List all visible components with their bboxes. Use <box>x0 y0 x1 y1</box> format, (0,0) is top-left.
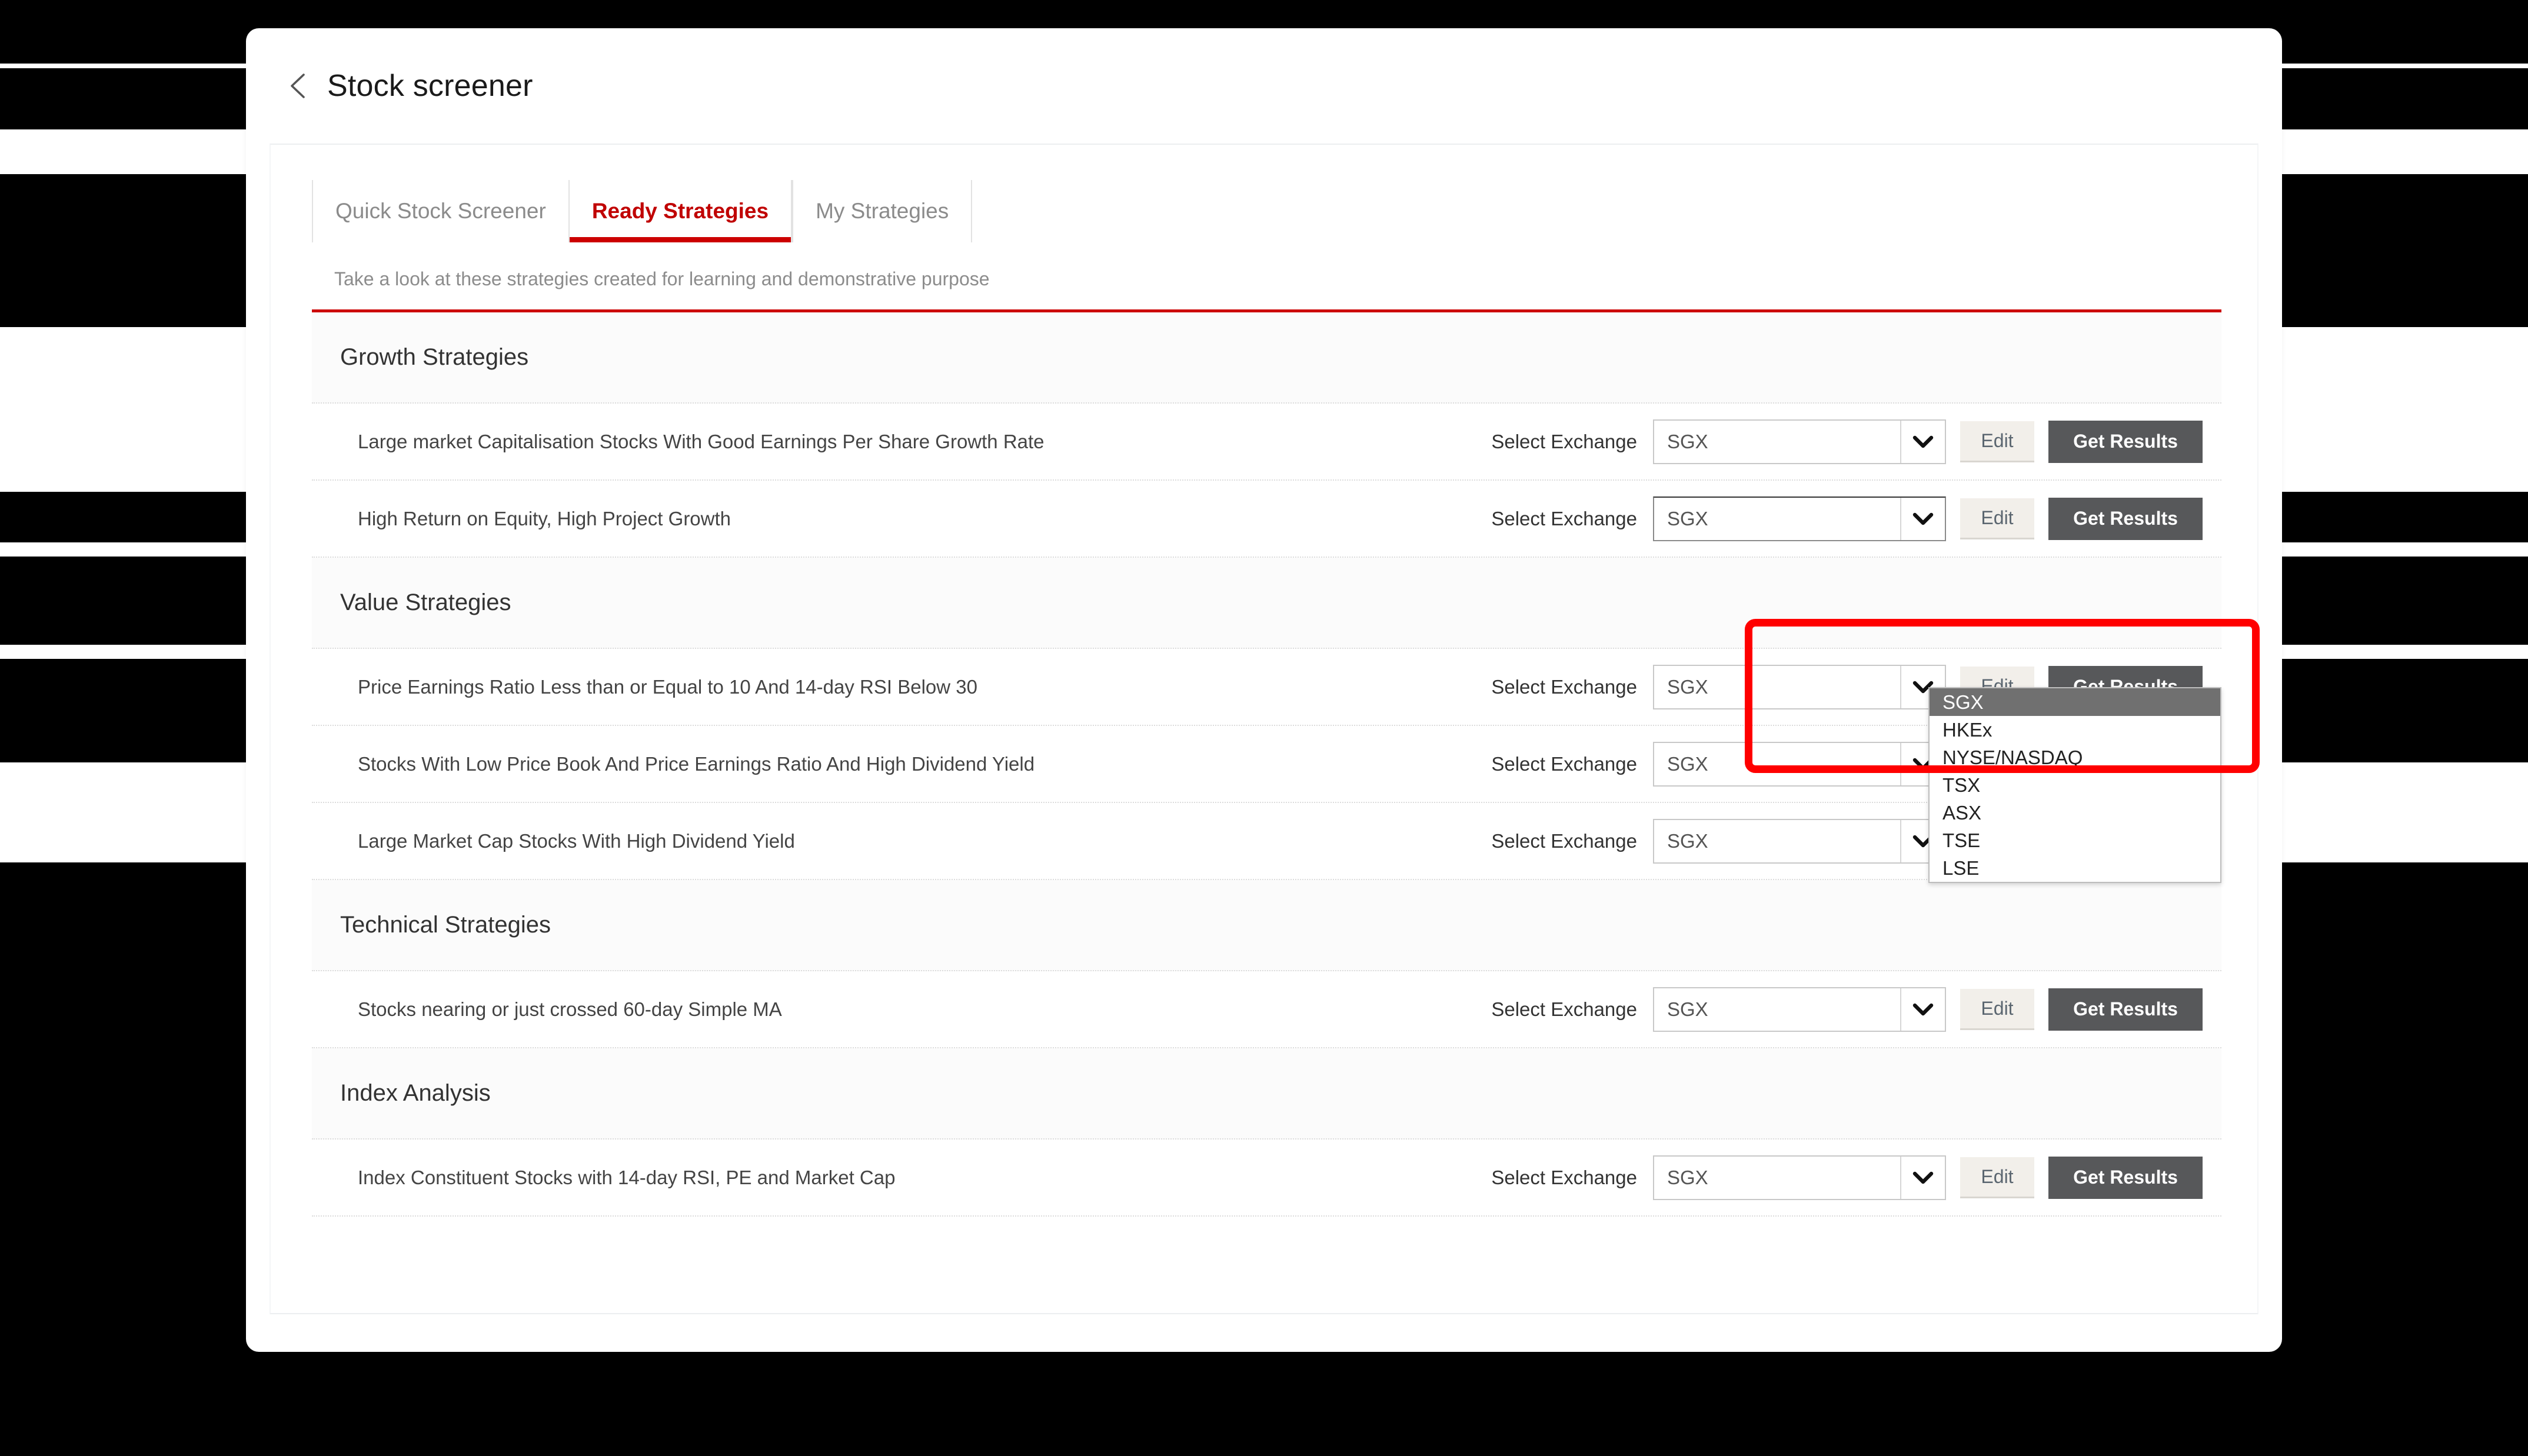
select-exchange-label: Select Exchange <box>1491 675 1637 698</box>
tab-ready-strategies[interactable]: Ready Strategies <box>568 180 793 242</box>
select-exchange-label: Select Exchange <box>1491 430 1637 452</box>
exchange-select-value: SGX <box>1667 430 1708 452</box>
chevron-down-icon[interactable] <box>1900 497 1945 540</box>
select-exchange-label: Select Exchange <box>1491 752 1637 775</box>
tab-label: Ready Strategies <box>591 199 769 223</box>
strategy-title: Stocks nearing or just crossed 60-day Si… <box>358 998 782 1020</box>
edit-button[interactable]: Edit <box>1960 421 2034 462</box>
strategy-title: Price Earnings Ratio Less than or Equal … <box>358 675 977 698</box>
get-results-button[interactable]: Get Results <box>2048 420 2203 463</box>
section-header-label: Technical Strategies <box>340 912 551 938</box>
tab-bar: Quick Stock Screener Ready Strategies My S… <box>312 180 973 242</box>
exchange-options-list[interactable]: SGX HKEx NYSE/NASDAQ TSX ASX TSE LSE <box>1928 687 2221 883</box>
tab-quick-stock-screener[interactable]: Quick Stock Screener <box>312 180 568 242</box>
select-exchange-label: Select Exchange <box>1491 829 1637 852</box>
screener-panel: Quick Stock Screener Ready Strategies My S… <box>270 144 2260 1314</box>
strategy-row: Stocks nearing or just crossed 60-day Si… <box>312 971 2221 1048</box>
exchange-option[interactable]: SGX <box>1930 688 2220 716</box>
exchange-select[interactable]: SGX <box>1653 987 1946 1032</box>
page-header: Stock screener <box>246 28 2282 144</box>
get-results-button[interactable]: Get Results <box>2048 988 2203 1031</box>
exchange-select[interactable]: SGX <box>1653 818 1946 864</box>
tab-my-strategies[interactable]: My Strategies <box>792 180 973 242</box>
exchange-select-value: SGX <box>1667 1166 1708 1188</box>
chevron-left-icon[interactable] <box>288 74 308 98</box>
section-header-label: Index Analysis <box>340 1080 491 1106</box>
exchange-select[interactable]: SGX <box>1653 419 1946 464</box>
exchange-select-value: SGX <box>1667 998 1708 1020</box>
section-header-label: Value Strategies <box>340 589 511 615</box>
select-exchange-label: Select Exchange <box>1491 1166 1637 1188</box>
exchange-option[interactable]: TSE <box>1930 827 2220 854</box>
row-controls: Select Exchange SGX Edit Get Results <box>1491 419 2203 464</box>
row-controls: Select Exchange SGX Edit Get Results <box>1491 496 2203 541</box>
section-header-label: Growth Strategies <box>340 344 529 370</box>
chevron-down-icon[interactable] <box>1900 420 1945 463</box>
exchange-option[interactable]: NYSE/NASDAQ <box>1930 744 2220 771</box>
exchange-select-value: SGX <box>1667 507 1708 529</box>
page-title: Stock screener <box>327 69 533 103</box>
exchange-option[interactable]: ASX <box>1930 799 2220 827</box>
chevron-down-icon[interactable] <box>1900 988 1945 1031</box>
select-exchange-label: Select Exchange <box>1491 507 1637 529</box>
edit-button[interactable]: Edit <box>1960 988 2034 1030</box>
strategy-row: High Return on Equity, High Project Grow… <box>312 481 2221 558</box>
tab-label: Quick Stock Screener <box>335 199 546 223</box>
get-results-button[interactable]: Get Results <box>2048 497 2203 540</box>
edit-button[interactable]: Edit <box>1960 1157 2034 1198</box>
chevron-down-icon[interactable] <box>1900 1156 1945 1199</box>
strategy-title: Large market Capitalisation Stocks With … <box>358 430 1045 452</box>
exchange-select[interactable]: SGX <box>1653 741 1946 787</box>
exchange-option[interactable]: HKEx <box>1930 716 2220 744</box>
section-header: Technical Strategies <box>312 880 2221 971</box>
strategy-title: Large Market Cap Stocks With High Divide… <box>358 829 795 852</box>
strategy-title: High Return on Equity, High Project Grow… <box>358 507 731 529</box>
edit-button[interactable]: Edit <box>1960 498 2034 539</box>
row-controls: Select Exchange SGX Edit Get Results <box>1491 1155 2203 1200</box>
select-exchange-label: Select Exchange <box>1491 998 1637 1020</box>
exchange-select-value: SGX <box>1667 752 1708 775</box>
exchange-select[interactable]: SGX <box>1653 1155 1946 1200</box>
row-controls: Select Exchange SGX Edit Get Results <box>1491 987 2203 1032</box>
exchange-select[interactable]: SGX <box>1653 664 1946 709</box>
strategy-title: Index Constituent Stocks with 14-day RSI… <box>358 1166 896 1188</box>
exchange-select-value: SGX <box>1667 675 1708 698</box>
strategy-title: Stocks With Low Price Book And Price Ear… <box>358 752 1035 775</box>
exchange-option[interactable]: TSX <box>1930 771 2220 799</box>
section-header: Index Analysis <box>312 1048 2221 1140</box>
panel-subtitle: Take a look at these strategies created … <box>334 268 990 289</box>
stock-screener-card: Stock screener Quick Stock Screener Ready… <box>246 28 2282 1352</box>
exchange-select[interactable]: SGX <box>1653 496 1946 541</box>
exchange-select-value: SGX <box>1667 829 1708 852</box>
tab-label: My Strategies <box>816 199 949 223</box>
get-results-button[interactable]: Get Results <box>2048 1156 2203 1199</box>
strategy-row: Large market Capitalisation Stocks With … <box>312 404 2221 481</box>
strategy-row: Index Constituent Stocks with 14-day RSI… <box>312 1140 2221 1217</box>
section-header: Growth Strategies <box>312 312 2221 404</box>
exchange-option[interactable]: LSE <box>1930 854 2220 882</box>
section-header: Value Strategies <box>312 558 2221 649</box>
